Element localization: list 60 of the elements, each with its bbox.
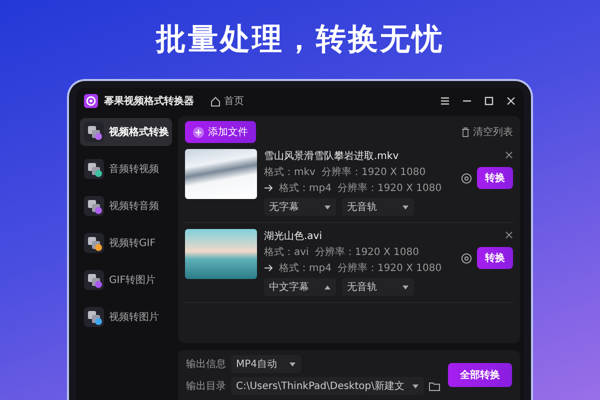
converter-icon: [84, 233, 104, 253]
app-logo-icon: [84, 94, 98, 108]
convert-button[interactable]: 转换: [477, 247, 513, 269]
converter-icon: [84, 122, 104, 142]
caret-icon: [289, 362, 296, 366]
converter-icon: [84, 196, 104, 216]
sidebar-item[interactable]: 视频格式转换: [80, 118, 172, 146]
photo-placeholder: [185, 149, 257, 199]
settings-icon[interactable]: [461, 252, 472, 264]
sidebar-item[interactable]: 视频转图片: [80, 303, 172, 331]
sidebar-item[interactable]: 视频转GIF: [80, 229, 172, 257]
caret-icon: [324, 204, 331, 210]
converter-icon: [84, 307, 104, 327]
sidebar-item[interactable]: GIF转图片: [80, 266, 172, 294]
target-info: 格式：mp4: [279, 262, 332, 275]
caret-icon: [402, 204, 409, 210]
audio-track-dropdown[interactable]: 无音轨: [342, 278, 414, 296]
caret-icon: [324, 284, 331, 290]
target-info: 格式：mp4: [279, 182, 332, 195]
audio-track-dropdown[interactable]: 无音轨: [342, 198, 414, 216]
add-files-button[interactable]: 添加文件: [185, 121, 256, 143]
target-info: 分辨率：1920 X 1080: [337, 262, 442, 275]
file-name: 雪山风景滑雪队攀岩进取.mkv: [264, 150, 400, 163]
settings-icon[interactable]: [461, 172, 472, 184]
target-info: 分辨率：1920 X 1080: [337, 182, 442, 195]
clear-list-button[interactable]: 清空列表: [461, 125, 513, 139]
close-icon[interactable]: [506, 96, 516, 106]
maximize-icon[interactable]: [484, 96, 494, 106]
headline: 批量处理，转换无忧: [156, 21, 444, 59]
subtitle-dropdown[interactable]: 中文字幕: [264, 278, 336, 296]
photo-placeholder: [185, 229, 257, 279]
home-icon: [210, 96, 221, 106]
home-link[interactable]: 首页: [210, 94, 244, 108]
convert-button[interactable]: 转换: [477, 167, 513, 189]
sidebar-item[interactable]: 视频转音频: [80, 192, 172, 220]
menu-icon[interactable]: [440, 96, 450, 106]
source-info: 格式：avi: [264, 246, 309, 259]
arrow-icon: [264, 264, 273, 272]
trash-icon: [461, 127, 470, 137]
file-name: 湖光山色.avi: [264, 230, 324, 243]
arrow-icon: [264, 184, 273, 192]
converter-icon: [84, 270, 104, 290]
caret-icon: [412, 384, 420, 388]
sidebar-item[interactable]: 音频转视频: [80, 155, 172, 183]
folder-path-dropdown[interactable]: C:\Users\ThinkPad\Desktop\新建文: [231, 377, 424, 395]
source-info: 分辨率：1920 X 1080: [321, 166, 426, 179]
caret-icon: [402, 284, 409, 290]
source-info: 格式：mkv: [264, 166, 316, 179]
convert-all-button[interactable]: 全部转换: [448, 363, 512, 387]
converter-icon: [84, 159, 104, 179]
app-title: 幂果视频格式转换器: [104, 94, 194, 108]
format-dropdown[interactable]: MP4自动: [231, 355, 301, 373]
folder-icon[interactable]: [429, 382, 440, 390]
source-info: 分辨率：1920 X 1080: [314, 246, 419, 259]
output-folder-label: 输出目录: [186, 380, 226, 393]
subtitle-dropdown[interactable]: 无字幕: [264, 198, 336, 216]
output-format-label: 输出信息: [186, 358, 226, 371]
plus-icon: [193, 126, 204, 138]
remove-icon[interactable]: [505, 151, 513, 159]
remove-icon[interactable]: [505, 231, 513, 239]
